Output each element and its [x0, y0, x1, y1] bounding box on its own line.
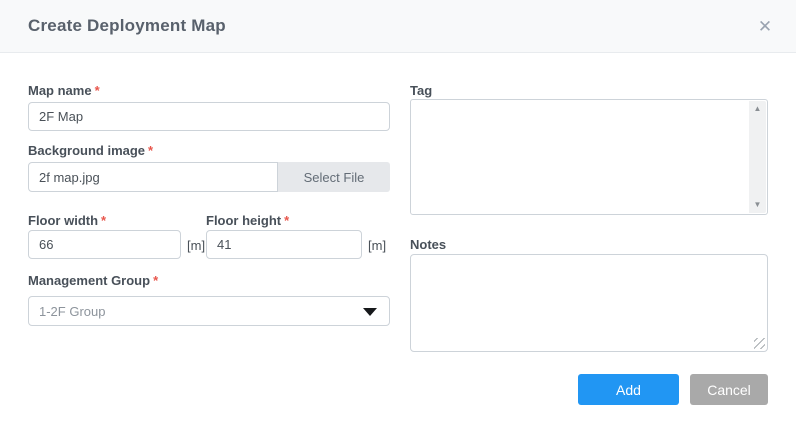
scroll-up-icon[interactable]: ▲: [749, 101, 766, 117]
dialog-title: Create Deployment Map: [28, 16, 226, 36]
dialog-header: Create Deployment Map ✕: [0, 0, 796, 53]
floor-width-input[interactable]: [28, 230, 181, 259]
management-group-selected-value: 1-2F Group: [39, 304, 105, 319]
required-asterisk: *: [101, 213, 106, 228]
tag-textarea[interactable]: ▲ ▼: [410, 99, 768, 215]
map-name-input[interactable]: [28, 102, 390, 131]
tag-label: Tag: [410, 83, 432, 98]
required-asterisk: *: [284, 213, 289, 228]
floor-height-input[interactable]: [206, 230, 362, 259]
close-icon[interactable]: ✕: [752, 14, 778, 40]
map-name-label: Map name*: [28, 83, 100, 98]
floor-height-unit: [m]: [368, 238, 386, 253]
floor-width-label: Floor width*: [28, 213, 106, 228]
add-button[interactable]: Add: [578, 374, 679, 405]
scroll-down-icon[interactable]: ▼: [749, 197, 766, 213]
floor-width-unit: [m]: [187, 238, 205, 253]
management-group-label: Management Group*: [28, 273, 158, 288]
notes-label: Notes: [410, 237, 446, 252]
select-file-button[interactable]: Select File: [278, 162, 390, 192]
chevron-down-icon: [363, 308, 377, 316]
required-asterisk: *: [148, 143, 153, 158]
background-image-input[interactable]: [28, 162, 278, 192]
required-asterisk: *: [95, 83, 100, 98]
background-image-label: Background image*: [28, 143, 153, 158]
management-group-select[interactable]: 1-2F Group: [28, 296, 390, 326]
required-asterisk: *: [153, 273, 158, 288]
resize-handle-icon[interactable]: [754, 338, 765, 349]
floor-height-label: Floor height*: [206, 213, 289, 228]
notes-textarea[interactable]: [410, 254, 768, 352]
create-deployment-map-dialog: Create Deployment Map ✕ Map name* Backgr…: [0, 0, 796, 424]
cancel-button[interactable]: Cancel: [690, 374, 768, 405]
tag-scrollbar[interactable]: ▲ ▼: [749, 101, 766, 213]
